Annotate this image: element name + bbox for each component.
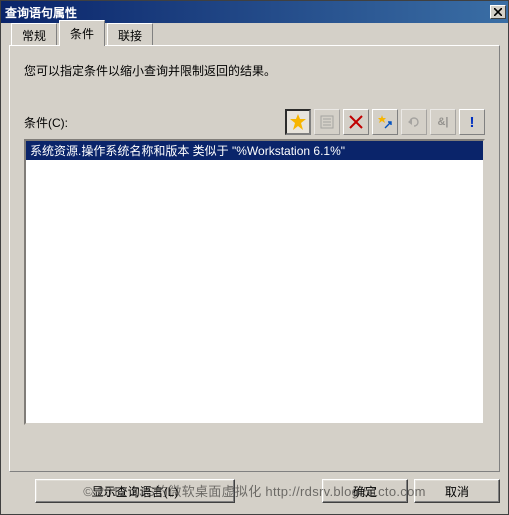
cancel-button[interactable]: 取消 [414, 479, 500, 503]
delete-icon [349, 115, 363, 129]
close-button[interactable] [490, 5, 506, 19]
criteria-row[interactable]: 系统资源.操作系统名称和版本 类似于 "%Workstation 6.1%" [26, 141, 483, 160]
window-frame: 查询语句属性 常规 条件 联接 您可以指定条件以缩小查询并限制返回的结果。 条件… [0, 0, 509, 515]
toolbar-highlight-button[interactable] [372, 109, 398, 135]
starburst-icon [290, 114, 306, 130]
criteria-label: 条件(C): [24, 114, 285, 131]
ok-button[interactable]: 确定 [322, 479, 408, 503]
toolbar-new-button[interactable] [285, 109, 311, 135]
close-icon [494, 8, 502, 16]
tab-general[interactable]: 常规 [11, 23, 57, 47]
tab-criteria[interactable]: 条件 [59, 20, 105, 46]
panel-description: 您可以指定条件以缩小查询并限制返回的结果。 [24, 62, 485, 79]
toolbar-properties-button[interactable] [314, 109, 340, 135]
toolbar-info-button[interactable]: ! [459, 109, 485, 135]
button-label: 取消 [445, 483, 469, 500]
toolbar-and-or-button[interactable]: &| [430, 109, 456, 135]
dialog-buttons: 显示查询语言(L) 确定 取消 [9, 476, 500, 506]
button-label: 显示查询语言(L) [92, 483, 179, 500]
info-icon: ! [470, 114, 475, 131]
criteria-header: 条件(C): [24, 109, 485, 135]
button-label: 确定 [353, 483, 377, 500]
show-query-button[interactable]: 显示查询语言(L) [35, 479, 235, 503]
dialog-body: 常规 条件 联接 您可以指定条件以缩小查询并限制返回的结果。 条件(C): [5, 23, 504, 510]
toolbar-delete-button[interactable] [343, 109, 369, 135]
criteria-listbox[interactable]: 系统资源.操作系统名称和版本 类似于 "%Workstation 6.1%" [24, 139, 485, 425]
tab-panel: 您可以指定条件以缩小查询并限制返回的结果。 条件(C): [9, 45, 500, 472]
tabs-row: 常规 条件 联接 [5, 23, 504, 45]
tab-joins[interactable]: 联接 [107, 23, 153, 47]
undo-icon [406, 114, 422, 130]
and-or-icon: &| [437, 116, 448, 128]
window-title: 查询语句属性 [5, 4, 490, 21]
criteria-toolbar: &| ! [285, 109, 485, 135]
properties-icon [319, 114, 335, 130]
toolbar-undo-button[interactable] [401, 109, 427, 135]
star-arrow-icon [377, 114, 393, 130]
tab-label: 常规 [22, 29, 46, 43]
tab-label: 联接 [118, 29, 142, 43]
tab-label: 条件 [70, 27, 94, 41]
